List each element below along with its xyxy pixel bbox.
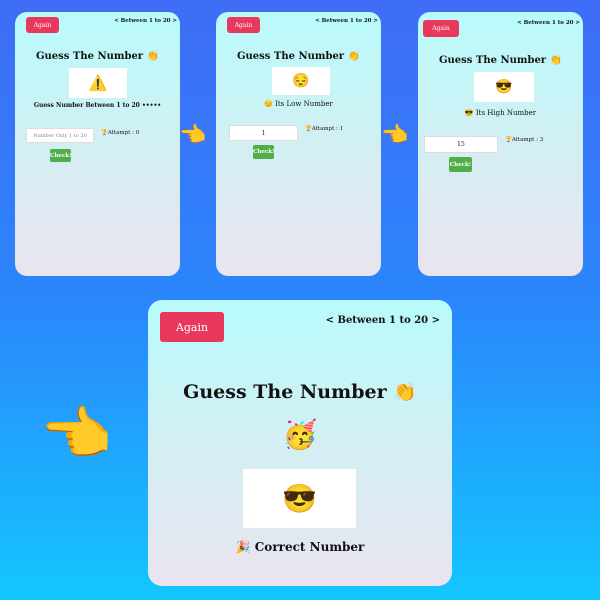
game-title: Guess The Number 👏 bbox=[438, 55, 563, 66]
game-card-high: Again < Between 1 to 20 > Guess The Numb… bbox=[418, 12, 583, 276]
attempt-counter: 🏆Attampt : 0 bbox=[101, 130, 140, 136]
check-button[interactable]: Check! bbox=[253, 145, 274, 159]
game-title: Guess The Number 👏 bbox=[236, 51, 361, 62]
pointing-hand-icon: 👉 bbox=[382, 123, 410, 148]
range-label: < Between 1 to 20 > bbox=[315, 18, 378, 24]
check-button[interactable]: Check! bbox=[449, 157, 472, 172]
range-label: < Between 1 to 20 > bbox=[114, 18, 177, 24]
again-button[interactable]: Again bbox=[423, 20, 459, 37]
again-button[interactable]: Again bbox=[227, 17, 260, 33]
status-message: 😔 Its Low Number bbox=[264, 100, 333, 108]
game-card-low: Again < Between 1 to 20 > Guess The Numb… bbox=[216, 12, 381, 276]
warning-icon: ⚠️ bbox=[69, 68, 127, 98]
range-label: < Between 1 to 20 > bbox=[325, 315, 440, 326]
party-face-icon: 🥳 bbox=[282, 418, 318, 451]
game-card-initial: Again < Between 1 to 20 > Guess The Numb… bbox=[15, 12, 180, 276]
sunglasses-face-icon: 😎 bbox=[474, 72, 534, 102]
pointing-hand-icon: 👉 bbox=[180, 123, 208, 148]
game-title: Guess The Number 👏 bbox=[35, 51, 160, 62]
attempt-counter: 🏆Attampt : 1 bbox=[305, 126, 344, 132]
pointing-hand-icon: 👉 bbox=[42, 400, 115, 468]
again-button[interactable]: Again bbox=[26, 17, 59, 33]
check-button[interactable]: Check! bbox=[50, 149, 71, 162]
sunglasses-face-icon: 😎 bbox=[243, 469, 356, 528]
guess-input[interactable] bbox=[26, 128, 94, 143]
status-message: 😎 Its High Number bbox=[464, 109, 537, 117]
status-message: Guess Number Between 1 to 20 ••••• bbox=[33, 102, 162, 109]
attempt-counter: 🏆Attampt : 3 bbox=[505, 137, 544, 143]
game-title: Guess The Number 👏 bbox=[183, 381, 417, 403]
again-button[interactable]: Again bbox=[160, 312, 224, 342]
guess-input[interactable] bbox=[424, 136, 498, 153]
pensive-face-icon: 😔 bbox=[272, 67, 330, 95]
status-message: 🎉 Correct Number bbox=[235, 540, 365, 554]
range-label: < Between 1 to 20 > bbox=[517, 20, 580, 26]
game-card-correct: Again < Between 1 to 20 > Guess The Numb… bbox=[148, 300, 452, 586]
guess-input[interactable] bbox=[229, 125, 298, 141]
